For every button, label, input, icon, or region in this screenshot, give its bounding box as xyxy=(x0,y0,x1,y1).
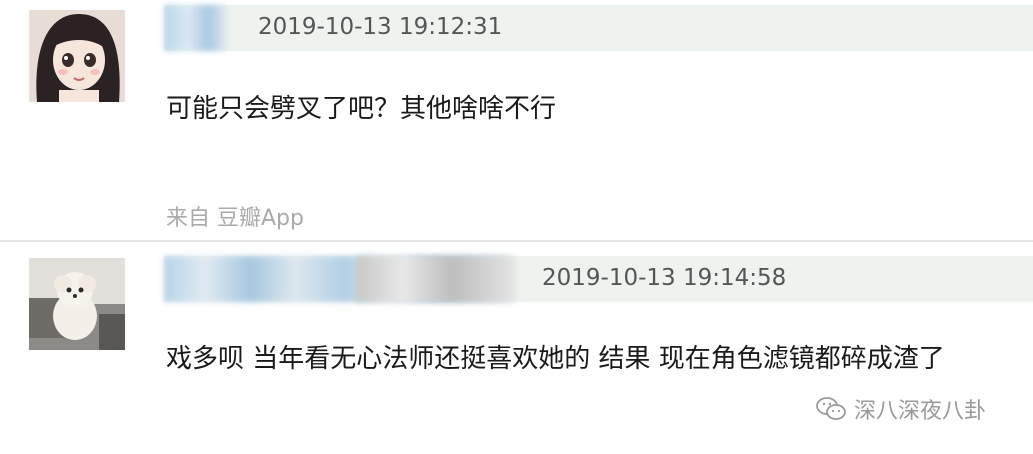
comment-text: 戏多呗 当年看无心法师还挺喜欢她的 结果 现在角色滤镜都碎成渣了 xyxy=(166,344,945,374)
comment-timestamp: 2019-10-13 19:14:58 xyxy=(542,265,787,291)
comment-source[interactable]: 来自 豆瓣App xyxy=(166,200,304,232)
avatar[interactable] xyxy=(29,10,125,102)
white-poodle-avatar xyxy=(29,258,125,350)
watermark: 深八深夜八卦 xyxy=(816,392,986,426)
wechat-icon xyxy=(816,397,846,420)
comment-text: 可能只会劈叉了吧？其他啥啥不行 xyxy=(166,94,557,124)
comment-meta-bar: 2019-10-13 19:14:58 xyxy=(164,256,1033,302)
watermark-text: 深八深夜八卦 xyxy=(854,399,987,424)
comment-meta-bar: 2019-10-13 19:12:31 xyxy=(164,5,1033,51)
blurred-username xyxy=(356,256,516,302)
avatar[interactable] xyxy=(29,258,125,350)
cartoon-girl-avatar xyxy=(29,10,125,102)
divider xyxy=(0,240,1033,242)
blurred-username xyxy=(164,5,226,51)
comment-timestamp: 2019-10-13 19:12:31 xyxy=(258,14,503,40)
